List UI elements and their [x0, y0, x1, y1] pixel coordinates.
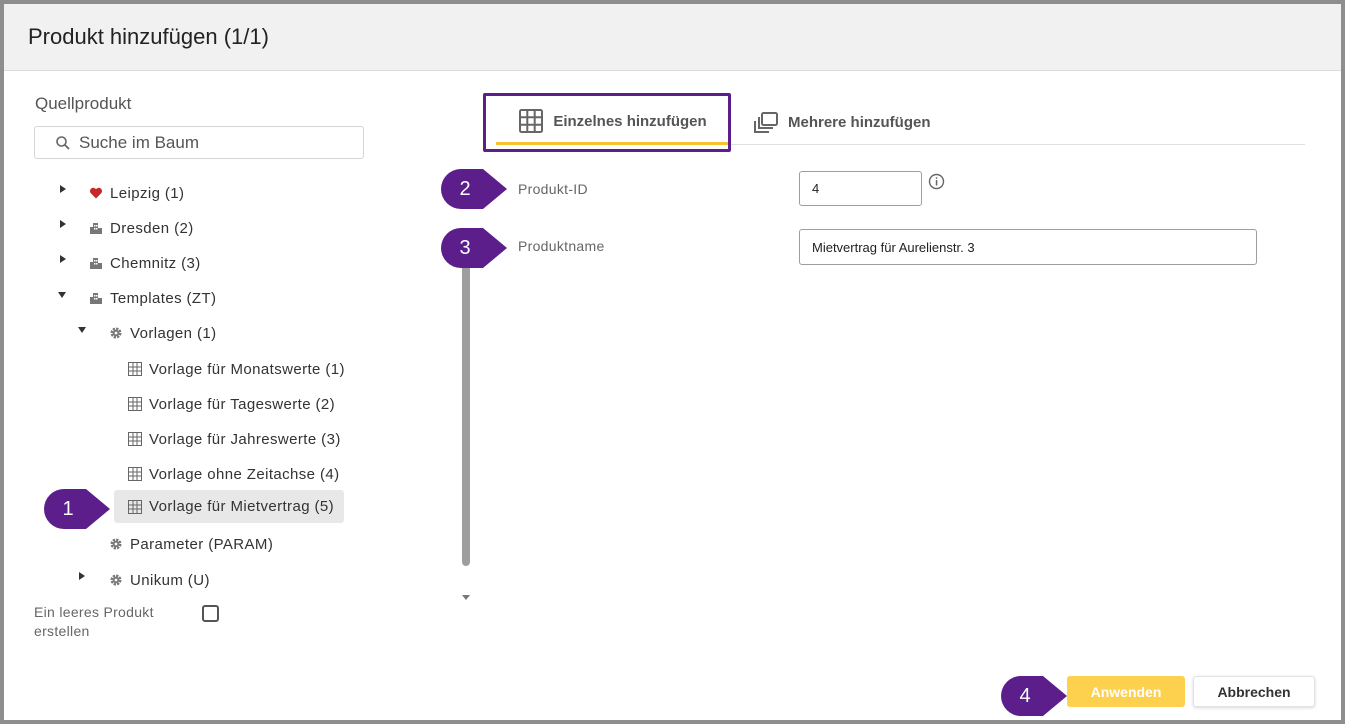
- copy-icon: [754, 111, 778, 133]
- tree-item-templates[interactable]: Templates (ZT): [89, 282, 216, 314]
- gear-icon: [110, 574, 122, 586]
- tab-label: Mehrere hinzufügen: [788, 114, 931, 131]
- gear-icon: [110, 327, 122, 339]
- tree-item-label: Vorlage für Jahreswerte (3): [149, 430, 341, 448]
- info-icon[interactable]: [928, 173, 945, 190]
- expand-caret-icon[interactable]: [58, 184, 68, 194]
- building-icon: [90, 293, 102, 304]
- tree-item-leipzig[interactable]: Leipzig (1): [89, 177, 184, 209]
- tree-item-vorlagen[interactable]: Vorlagen (1): [109, 317, 217, 349]
- expand-caret-icon[interactable]: [58, 254, 68, 264]
- heart-icon: [89, 187, 103, 199]
- tree-item-label: Vorlage für Monatswerte (1): [149, 360, 345, 378]
- building-icon: [90, 258, 102, 269]
- tree-item-label: Vorlage ohne Zeitachse (4): [149, 465, 340, 483]
- tab-highlight-frame: [483, 93, 731, 152]
- grid-icon: [128, 397, 142, 411]
- callout-3-label: 3: [459, 236, 471, 259]
- product-id-input[interactable]: [799, 171, 922, 206]
- source-product-label: Quellprodukt: [35, 94, 132, 113]
- apply-button[interactable]: Anwenden: [1067, 676, 1185, 707]
- dialog-title: Produkt hinzufügen (1/1): [28, 24, 269, 49]
- tree-item-chemnitz[interactable]: Chemnitz (3): [89, 247, 201, 279]
- scrollbar-thumb[interactable]: [462, 244, 470, 566]
- product-id-label: Produkt-ID: [518, 181, 588, 197]
- product-name-label: Produktname: [518, 238, 605, 254]
- tree-item-mietvertrag-selected[interactable]: Vorlage für Mietvertrag (5): [114, 490, 345, 523]
- tree-item-label: Leipzig (1): [110, 184, 185, 202]
- tree-item-label: Vorlage für Tageswerte (2): [149, 395, 336, 413]
- callout-2-label: 2: [459, 177, 471, 200]
- callout-4-label: 4: [1019, 684, 1031, 707]
- tree-item-label: Templates (ZT): [110, 289, 217, 307]
- building-icon: [90, 223, 102, 234]
- grid-icon: [128, 467, 142, 481]
- tree-item-label: Vorlage für Mietvertrag (5): [149, 498, 335, 515]
- tab-add-multiple[interactable]: Mehrere hinzufügen: [754, 100, 931, 145]
- cancel-button[interactable]: Abbrechen: [1193, 676, 1315, 707]
- grid-icon: [128, 499, 142, 514]
- tree-item-tageswerte[interactable]: Vorlage für Tageswerte (2): [128, 388, 335, 420]
- tree-item-label: Chemnitz (3): [110, 254, 201, 272]
- grid-icon: [128, 432, 142, 446]
- tree-item-ohne-zeitachse[interactable]: Vorlage ohne Zeitachse (4): [128, 458, 340, 490]
- dialog-header: Produkt hinzufügen (1/1): [4, 4, 1341, 71]
- callout-1-label: 1: [62, 497, 74, 520]
- collapse-caret-icon[interactable]: [77, 325, 87, 335]
- empty-product-checkbox[interactable]: [202, 605, 219, 622]
- tree-item-label: Vorlagen (1): [130, 324, 217, 342]
- tree-item-unikum[interactable]: Unikum (U): [109, 564, 210, 596]
- scroll-down-arrow-icon[interactable]: [461, 592, 471, 602]
- tree-item-label: Parameter (PARAM): [130, 535, 274, 553]
- collapse-caret-icon[interactable]: [57, 290, 67, 300]
- gear-icon: [110, 538, 122, 550]
- empty-product-label: Ein leeres Produkt erstellen: [34, 604, 154, 639]
- expand-caret-icon[interactable]: [58, 219, 68, 229]
- tree-item-parameter[interactable]: Parameter (PARAM): [109, 528, 273, 560]
- tree-search-input[interactable]: [79, 131, 349, 155]
- tree-item-label: Dresden (2): [110, 219, 194, 237]
- expand-caret-icon[interactable]: [77, 571, 87, 581]
- tree-item-jahreswerte[interactable]: Vorlage für Jahreswerte (3): [128, 423, 341, 455]
- tree-item-dresden[interactable]: Dresden (2): [89, 212, 194, 244]
- tree-item-monatswerte[interactable]: Vorlage für Monatswerte (1): [128, 353, 345, 385]
- tree-search: [34, 126, 364, 159]
- product-name-input[interactable]: [799, 229, 1257, 265]
- grid-icon: [128, 362, 142, 376]
- tree-item-label: Unikum (U): [130, 571, 210, 589]
- search-icon: [56, 136, 70, 150]
